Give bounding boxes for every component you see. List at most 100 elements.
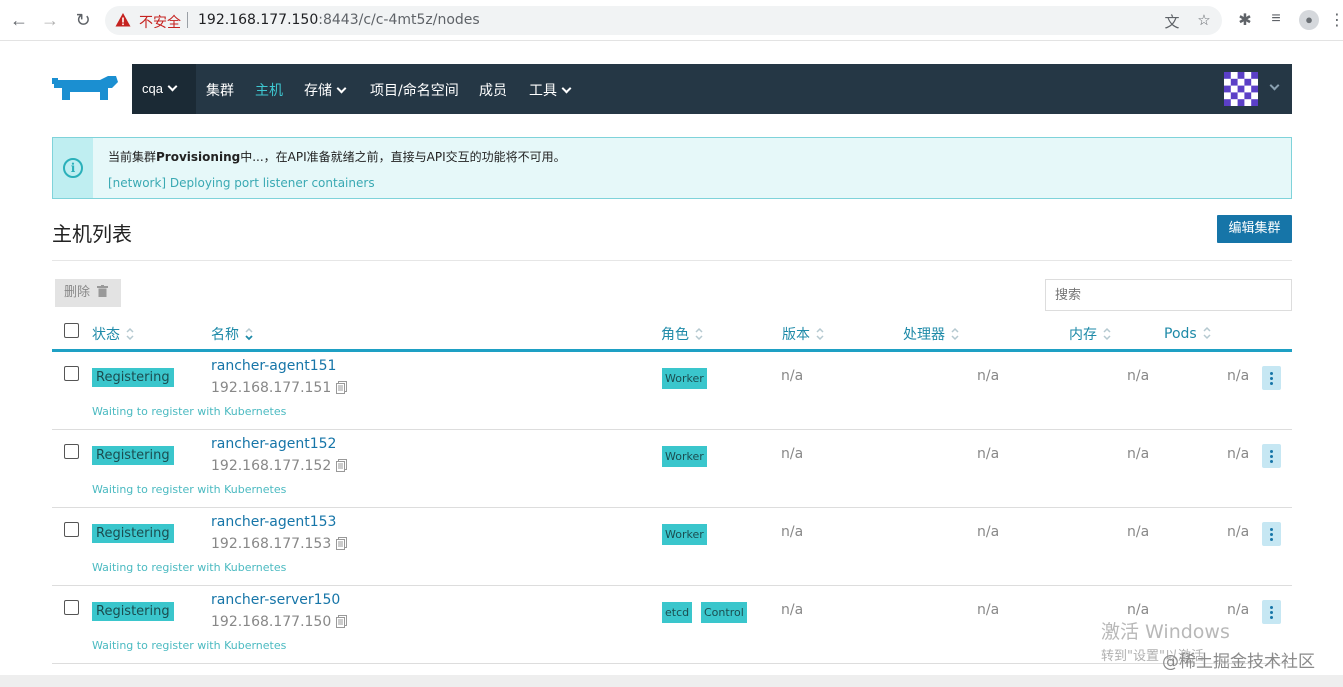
banner-message: 当前集群Provisioning中...，在API准备就绪之前，直接与API交互…: [108, 150, 566, 164]
extensions-icon[interactable]: ✱: [1235, 10, 1255, 30]
memory-value: n/a: [1127, 524, 1150, 540]
column-memory[interactable]: 内存: [1069, 324, 1112, 344]
node-ip: 192.168.177.150: [211, 613, 348, 630]
row-checkbox[interactable]: [64, 522, 79, 537]
node-name-link[interactable]: rancher-agent153: [211, 514, 336, 530]
watermark-title: 激活 Windows: [1101, 621, 1230, 643]
role-badge: Worker: [662, 446, 707, 467]
table-row: Registering Waiting to register with Kub…: [52, 508, 1292, 586]
nav-nodes[interactable]: 主机: [255, 80, 283, 100]
column-version[interactable]: 版本: [782, 324, 825, 344]
status-message: Waiting to register with Kubernetes: [92, 639, 287, 652]
cpu-value: n/a: [977, 368, 1000, 384]
version-value: n/a: [781, 524, 804, 540]
pods-value: n/a: [1227, 368, 1250, 384]
node-name-link[interactable]: rancher-server150: [211, 592, 340, 608]
memory-value: n/a: [1127, 602, 1150, 618]
sort-icon: [1103, 327, 1111, 341]
url-text: 192.168.177.150:8443/c/c-4mt5z/nodes: [198, 12, 480, 28]
nav-storage[interactable]: 存储: [304, 80, 347, 100]
divider: [52, 260, 1292, 261]
status-badge: Registering: [92, 368, 174, 387]
sort-icon: [695, 327, 703, 341]
row-checkbox[interactable]: [64, 600, 79, 615]
node-name-link[interactable]: rancher-agent151: [211, 358, 336, 374]
row-actions-icon[interactable]: [1262, 366, 1281, 390]
status-message: Waiting to register with Kubernetes: [92, 483, 287, 496]
star-icon[interactable]: ☆: [1195, 11, 1213, 29]
status-badge: Registering: [92, 602, 174, 621]
banner-icon-box: i: [53, 138, 93, 198]
omnibox-separator: [187, 12, 188, 28]
column-cpu[interactable]: 处理器: [903, 324, 960, 344]
column-name[interactable]: 名称: [211, 324, 254, 344]
back-icon[interactable]: ←: [7, 8, 31, 32]
node-ip: 192.168.177.151: [211, 379, 348, 396]
row-checkbox[interactable]: [64, 366, 79, 381]
watermark-credit: @稀土掘金技术社区: [1162, 652, 1315, 672]
sort-icon: [951, 327, 959, 341]
status-badge: Registering: [92, 524, 174, 543]
role-badge: Control: [701, 602, 747, 623]
chevron-down-icon[interactable]: [1269, 80, 1280, 91]
menu-icon[interactable]: ⋮: [1327, 10, 1343, 30]
cluster-selector[interactable]: cqa: [132, 64, 196, 114]
chevron-down-icon: [561, 83, 572, 94]
security-label: 不安全: [139, 15, 181, 31]
sort-icon: [816, 327, 824, 341]
node-name-link[interactable]: rancher-agent152: [211, 436, 336, 452]
delete-button[interactable]: 删除: [55, 279, 121, 307]
warning-icon: [115, 13, 131, 27]
nav-clusters[interactable]: 集群: [206, 80, 234, 100]
rancher-logo-icon[interactable]: [52, 72, 122, 106]
copy-icon[interactable]: [336, 615, 348, 628]
reload-icon[interactable]: ↻: [71, 8, 95, 32]
translate-icon[interactable]: 文: [1163, 11, 1181, 31]
nav-tools[interactable]: 工具: [529, 80, 572, 100]
status-badge: Registering: [92, 446, 174, 465]
node-ip: 192.168.177.152: [211, 457, 348, 474]
pods-value: n/a: [1227, 446, 1250, 462]
sort-icon: [245, 327, 253, 341]
row-actions-icon[interactable]: [1262, 444, 1281, 468]
chevron-down-icon: [336, 83, 347, 94]
cpu-value: n/a: [977, 602, 1000, 618]
trash-icon: [97, 285, 109, 297]
memory-value: n/a: [1127, 446, 1150, 462]
profile-icon[interactable]: ●: [1299, 10, 1319, 30]
select-all-checkbox[interactable]: [64, 323, 79, 338]
column-status[interactable]: 状态: [92, 324, 135, 344]
node-ip: 192.168.177.153: [211, 535, 348, 552]
table-row: Registering Waiting to register with Kub…: [52, 352, 1292, 430]
page-footer: [0, 675, 1343, 687]
chevron-down-icon: [167, 81, 178, 92]
forward-icon[interactable]: →: [38, 8, 62, 32]
sort-icon: [126, 327, 134, 341]
copy-icon[interactable]: [336, 381, 348, 394]
edit-cluster-button[interactable]: 编辑集群: [1217, 215, 1292, 243]
banner-detail: [network] Deploying port listener contai…: [108, 176, 375, 190]
pods-value: n/a: [1227, 524, 1250, 540]
address-bar[interactable]: 不安全 192.168.177.150:8443/c/c-4mt5z/nodes…: [105, 6, 1222, 35]
user-avatar[interactable]: [1224, 72, 1258, 106]
table-row: Registering Waiting to register with Kub…: [52, 430, 1292, 508]
column-roles[interactable]: 角色: [661, 324, 704, 344]
pods-value: n/a: [1227, 602, 1250, 618]
nav-members[interactable]: 成员: [479, 80, 507, 100]
page-title: 主机列表: [52, 222, 132, 246]
version-value: n/a: [781, 602, 804, 618]
copy-icon[interactable]: [336, 537, 348, 550]
sort-icon: [1203, 326, 1211, 340]
reading-list-icon[interactable]: ≡: [1266, 10, 1286, 30]
role-badge: Worker: [662, 524, 707, 545]
row-actions-icon[interactable]: [1262, 600, 1281, 624]
info-icon: i: [63, 158, 83, 178]
copy-icon[interactable]: [336, 459, 348, 472]
nav-projects-namespaces[interactable]: 项目/命名空间: [370, 80, 459, 100]
row-checkbox[interactable]: [64, 444, 79, 459]
cpu-value: n/a: [977, 446, 1000, 462]
column-pods[interactable]: Pods: [1164, 324, 1212, 342]
row-actions-icon[interactable]: [1262, 522, 1281, 546]
search-input[interactable]: [1045, 279, 1292, 311]
memory-value: n/a: [1127, 368, 1150, 384]
